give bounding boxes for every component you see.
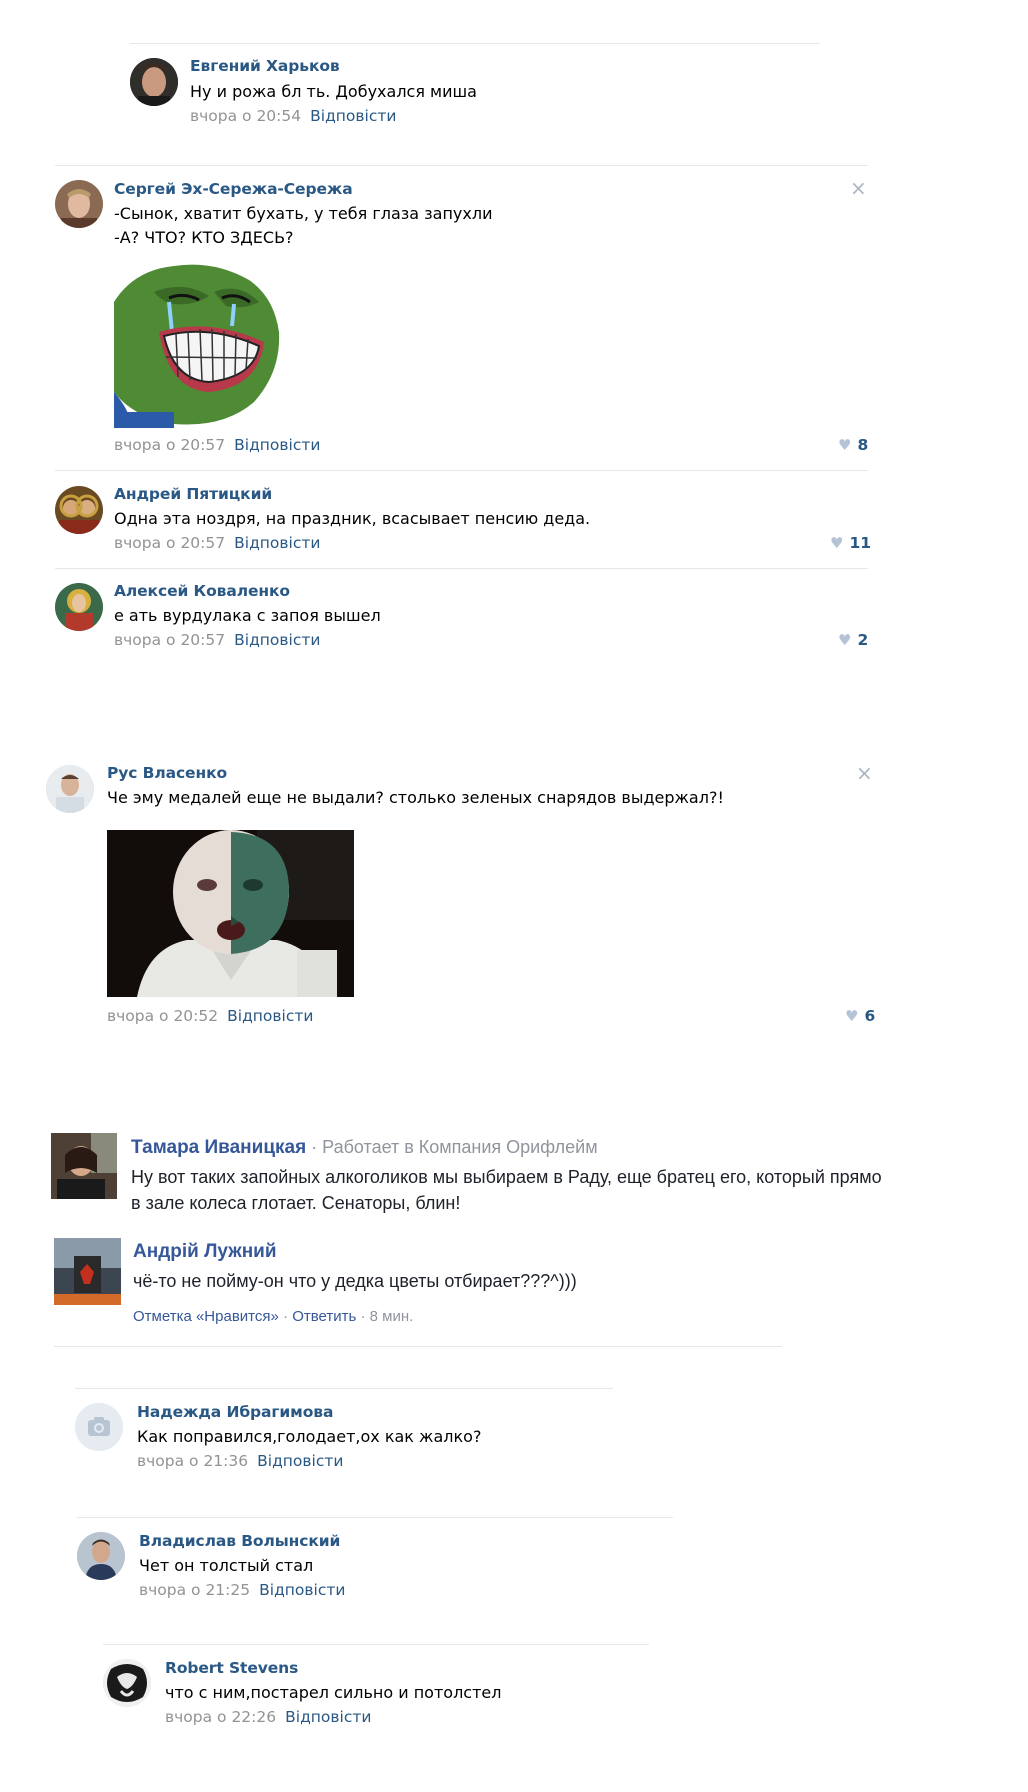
reply-link[interactable]: Відповісти <box>234 534 320 552</box>
comment-time[interactable]: вчора о 20:54 <box>190 107 301 125</box>
reply-link[interactable]: Відповісти <box>257 1452 343 1470</box>
comment-text: Одна эта ноздря, на праздник, всасывает … <box>114 509 591 528</box>
like-count: 11 <box>849 534 872 552</box>
fb-comment-author[interactable]: Андрій Лужний <box>133 1241 277 1263</box>
comment-author[interactable]: Robert Stevens <box>165 1659 298 1677</box>
comment-meta: вчора о 20:57 Відповісти <box>114 436 320 454</box>
comment-age[interactable]: 8 мин. <box>370 1308 414 1325</box>
dot-separator: · <box>356 1308 370 1325</box>
comment-text: Как поправился,голодает,ох как жалко? <box>137 1427 482 1446</box>
author-name[interactable]: Тамара Иваницкая <box>131 1137 306 1158</box>
reply-link[interactable]: Відповісти <box>259 1581 345 1599</box>
like-button[interactable]: ♥ 6 <box>845 1007 875 1025</box>
separator <box>77 1517 673 1518</box>
comment-author[interactable]: Андрей Пятицкий <box>114 485 272 503</box>
comment-time[interactable]: вчора о 21:25 <box>139 1581 250 1599</box>
camera-icon <box>75 1403 123 1451</box>
comment-author[interactable]: Сергей Эх-Сережа-Сережа <box>114 180 353 198</box>
avatar[interactable] <box>103 1659 151 1707</box>
fb-comment-text: чё-то не пойму-он что у дедка цветы отби… <box>133 1271 577 1291</box>
comment-time[interactable]: вчора о 20:57 <box>114 534 225 552</box>
comment-time[interactable]: вчора о 21:36 <box>137 1452 248 1470</box>
like-count: 6 <box>864 1007 876 1025</box>
avatar[interactable] <box>77 1532 125 1580</box>
separator <box>55 470 868 471</box>
fb-comment-actions: Отметка «Нравится» · Ответить · 8 мин. <box>133 1308 413 1325</box>
like-button[interactable]: ♥ 8 <box>838 436 868 454</box>
comment-time[interactable]: вчора о 22:26 <box>165 1708 276 1726</box>
avatar[interactable] <box>51 1133 117 1199</box>
separator <box>54 1346 782 1347</box>
dot-separator: · <box>278 1308 293 1325</box>
comment-text: е ать вурдулака с запоя вышел <box>114 606 381 625</box>
comment-text: Че эму медалей еще не выдали? столько зе… <box>107 788 724 807</box>
green-face-photo[interactable] <box>107 830 354 997</box>
avatar[interactable] <box>130 58 178 106</box>
comment-meta: вчора о 20:52 Відповісти <box>107 1007 313 1025</box>
heart-icon: ♥ <box>838 631 852 649</box>
comment-author[interactable]: Евгений Харьков <box>190 57 340 75</box>
separator <box>130 43 820 44</box>
like-button[interactable]: ♥ 2 <box>838 631 868 649</box>
reply-link[interactable]: Відповісти <box>227 1007 313 1025</box>
comment-time[interactable]: вчора о 20:57 <box>114 436 225 454</box>
comment-meta: вчора о 20:57 Відповісти <box>114 631 320 649</box>
comment-meta: вчора о 21:36 Відповісти <box>137 1452 343 1470</box>
comment-author[interactable]: Надежда Ибрагимова <box>137 1403 333 1421</box>
comment-meta: вчора о 22:26 Відповісти <box>165 1708 371 1726</box>
comment-text: что с ним,постарел сильно и потолстел <box>165 1683 502 1702</box>
reply-link[interactable]: Відповісти <box>285 1708 371 1726</box>
comment-text: Чет он толстый стал <box>139 1556 314 1575</box>
like-button[interactable]: ♥ 11 <box>830 534 871 552</box>
avatar[interactable] <box>55 486 103 534</box>
avatar[interactable] <box>75 1403 123 1451</box>
reply-link[interactable]: Відповісти <box>310 107 396 125</box>
reply-link[interactable]: Ответить <box>292 1308 356 1325</box>
separator <box>55 568 868 569</box>
heart-icon: ♥ <box>838 436 852 454</box>
comment-text: -А? ЧТО? КТО ЗДЕСЬ? <box>114 228 294 247</box>
author-subtitle: · Работает в Компания Орифлейм <box>306 1137 598 1157</box>
comment-meta: вчора о 20:57 Відповісти <box>114 534 320 552</box>
comment-text: -Сынок, хватит бухать, у тебя глаза запу… <box>114 204 493 223</box>
heart-icon: ♥ <box>845 1007 859 1025</box>
avatar[interactable] <box>55 180 103 228</box>
comment-author[interactable]: Рус Власенко <box>107 764 227 782</box>
fb-comment-author: Тамара Иваницкая · Работает в Компания О… <box>131 1137 598 1159</box>
avatar[interactable] <box>54 1238 121 1305</box>
comment-time[interactable]: вчора о 20:52 <box>107 1007 218 1025</box>
reply-link[interactable]: Відповісти <box>234 631 320 649</box>
comment-text: Ну и рожа бл ть. Добухался миша <box>190 82 477 101</box>
separator <box>103 1644 649 1645</box>
avatar[interactable] <box>46 765 94 813</box>
like-link[interactable]: Отметка «Нравится» <box>133 1308 279 1325</box>
avatar[interactable] <box>55 583 103 631</box>
like-count: 2 <box>857 631 869 649</box>
close-icon[interactable]: × <box>856 763 873 783</box>
comment-author[interactable]: Алексей Коваленко <box>114 582 290 600</box>
separator <box>55 165 868 166</box>
like-count: 8 <box>857 436 869 454</box>
comment-meta: вчора о 21:25 Відповісти <box>139 1581 345 1599</box>
comment-author[interactable]: Владислав Волынский <box>139 1532 340 1550</box>
comment-time[interactable]: вчора о 20:57 <box>114 631 225 649</box>
heart-icon: ♥ <box>830 534 844 552</box>
reply-link[interactable]: Відповісти <box>234 436 320 454</box>
fb-comment-text: Ну вот таких запойных алкоголиков мы выб… <box>131 1167 882 1213</box>
comment-meta: вчора о 20:54 Відповісти <box>190 107 396 125</box>
close-icon[interactable]: × <box>850 178 867 198</box>
separator <box>75 1388 613 1389</box>
pepe-meme-image[interactable] <box>114 262 281 428</box>
